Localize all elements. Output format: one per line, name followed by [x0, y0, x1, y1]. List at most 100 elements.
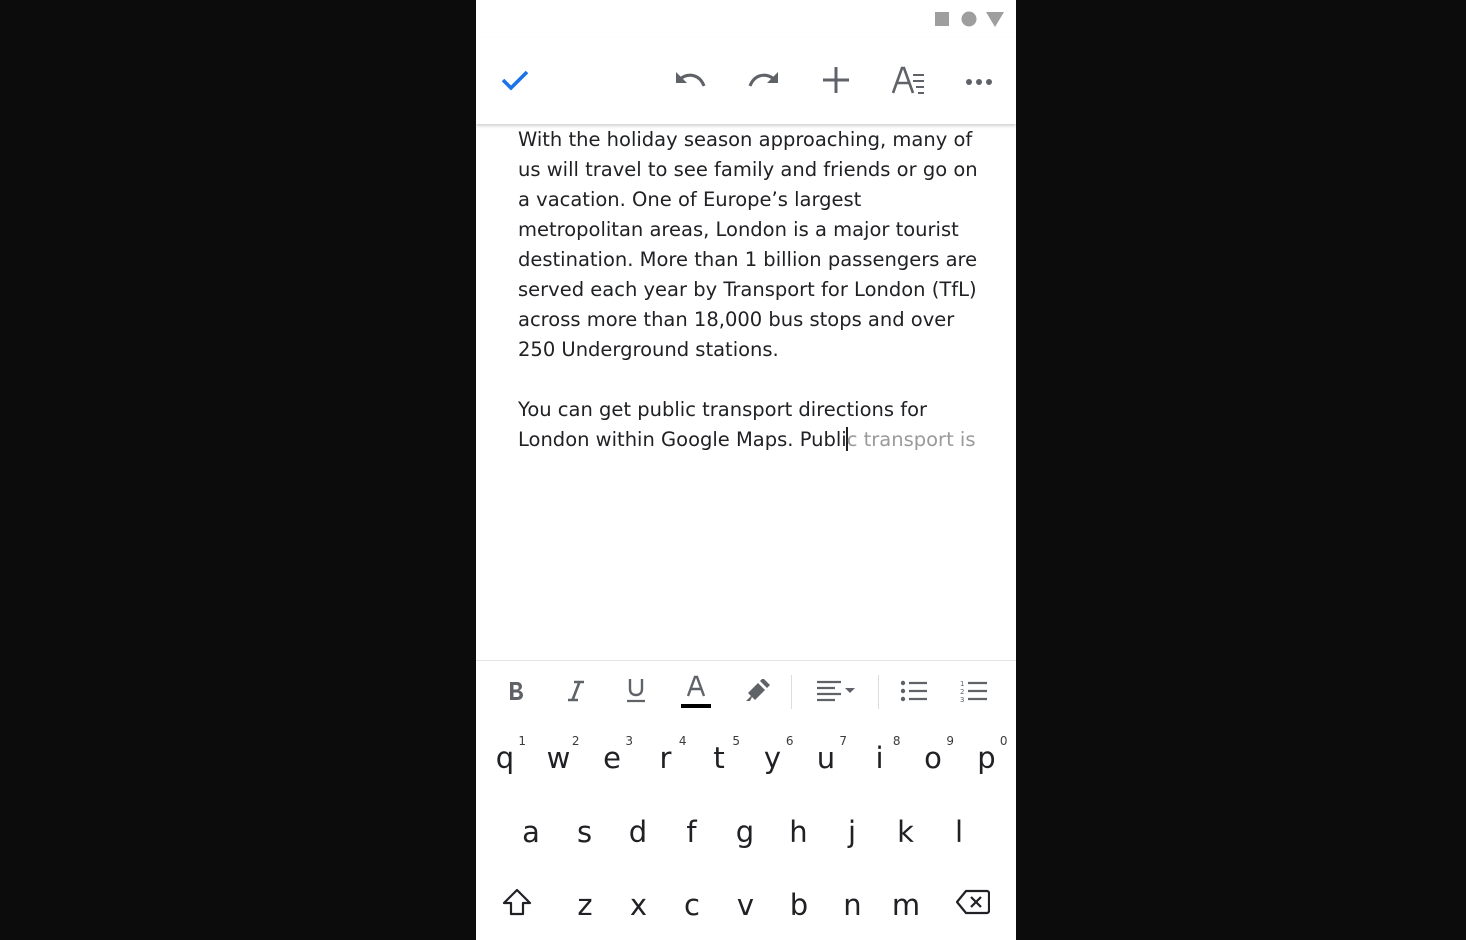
key-j[interactable]: j [825, 799, 879, 865]
backspace-key[interactable] [946, 872, 1000, 938]
stop-icon [934, 11, 950, 32]
text-format-icon [891, 66, 925, 99]
key-i[interactable]: i8 [853, 725, 907, 791]
shift-icon [502, 888, 532, 923]
on-screen-keyboard: q1w2e3r4t5y6u7i8o9p0 asdfghjkl zxcvbnm [476, 722, 1016, 940]
more-icon [965, 73, 993, 91]
key-q[interactable]: q1 [478, 725, 532, 791]
key-label: n [843, 888, 862, 922]
key-label: m [891, 888, 921, 922]
more-options-button[interactable] [957, 60, 1001, 104]
key-label: j [847, 815, 857, 849]
autocomplete-suggestion[interactable]: c transport is [847, 428, 976, 451]
insert-button[interactable] [814, 60, 858, 104]
key-label: d [628, 815, 648, 849]
triangle-icon [986, 12, 1004, 32]
key-m[interactable]: m [879, 872, 933, 938]
italic-icon [567, 680, 585, 707]
editor-toolbar [476, 38, 1016, 124]
key-label: k [897, 815, 914, 849]
key-label: f [686, 815, 697, 849]
key-label: i [875, 741, 884, 775]
undo-button[interactable] [669, 60, 713, 104]
key-hint: 3 [625, 734, 633, 748]
numbered-list-icon: 1 2 3 [960, 679, 988, 708]
redo-icon [746, 69, 780, 96]
key-k[interactable]: k [879, 799, 933, 865]
key-label: g [735, 815, 755, 849]
key-g[interactable]: g [718, 799, 772, 865]
underline-icon [626, 678, 646, 709]
key-hint: 9 [946, 734, 954, 748]
highlight-icon [744, 677, 770, 708]
key-z[interactable]: z [558, 872, 612, 938]
svg-text:3: 3 [960, 696, 964, 703]
italic-button[interactable] [556, 673, 596, 713]
key-label: h [789, 815, 808, 849]
numbered-list-button[interactable]: 1 2 3 [954, 673, 994, 713]
align-icon [815, 679, 859, 708]
paragraph-1: With the holiday season approaching, man… [518, 128, 978, 361]
key-label: s [576, 815, 593, 849]
key-label: z [577, 888, 593, 922]
align-button[interactable] [812, 673, 862, 713]
key-label: c [684, 888, 700, 922]
key-s[interactable]: s [558, 799, 612, 865]
bold-button[interactable] [496, 673, 536, 713]
shift-key[interactable] [490, 872, 544, 938]
key-r[interactable]: r4 [639, 725, 693, 791]
key-h[interactable]: h [772, 799, 826, 865]
svg-text:2: 2 [960, 688, 964, 696]
key-label: b [789, 888, 809, 922]
key-hint: 8 [892, 734, 901, 748]
highlight-button[interactable] [737, 673, 777, 713]
text-color-button[interactable] [676, 671, 716, 717]
svg-text:1: 1 [960, 680, 964, 688]
key-d[interactable]: d [611, 799, 665, 865]
key-label: a [522, 815, 540, 849]
key-label: p [977, 741, 996, 775]
key-u[interactable]: u7 [799, 725, 853, 791]
backspace-icon [955, 888, 991, 922]
key-label: e [603, 741, 621, 775]
key-label: q [495, 741, 515, 775]
key-p[interactable]: p0 [960, 725, 1014, 791]
text-format-button[interactable] [886, 60, 930, 104]
key-hint: 2 [571, 734, 580, 748]
key-hint: 4 [678, 734, 687, 748]
done-button[interactable] [493, 60, 537, 104]
key-c[interactable]: c [665, 872, 719, 938]
phone-screen: With the holiday season approaching, man… [476, 0, 1016, 940]
key-y[interactable]: y6 [746, 725, 800, 791]
key-f[interactable]: f [665, 799, 719, 865]
key-label: l [954, 815, 964, 849]
key-hint: 5 [732, 734, 740, 748]
key-label: w [546, 741, 571, 775]
key-label: x [629, 888, 648, 922]
key-w[interactable]: w2 [532, 725, 586, 791]
key-label: t [713, 741, 725, 775]
key-n[interactable]: n [826, 872, 880, 938]
key-t[interactable]: t5 [692, 725, 746, 791]
underline-button[interactable] [616, 673, 656, 713]
undo-icon [674, 69, 708, 96]
bullet-list-button[interactable] [894, 673, 934, 713]
paragraph-2: You can get public transport directions … [518, 395, 988, 455]
key-hint: 6 [785, 734, 794, 748]
key-label: y [763, 741, 782, 775]
key-e[interactable]: e3 [585, 725, 639, 791]
key-x[interactable]: x [612, 872, 666, 938]
status-bar [476, 0, 1016, 38]
document-body[interactable]: With the holiday season approaching, man… [518, 124, 988, 455]
add-icon [822, 66, 850, 99]
key-v[interactable]: v [719, 872, 773, 938]
formatting-bar: 1 2 3 [476, 660, 1016, 723]
redo-button[interactable] [741, 60, 785, 104]
key-a[interactable]: a [504, 799, 558, 865]
key-o[interactable]: o9 [906, 725, 960, 791]
check-icon [500, 68, 530, 97]
key-b[interactable]: b [772, 872, 826, 938]
key-hint: 7 [839, 734, 847, 748]
bullet-list-icon [900, 680, 928, 707]
key-l[interactable]: l [932, 799, 986, 865]
